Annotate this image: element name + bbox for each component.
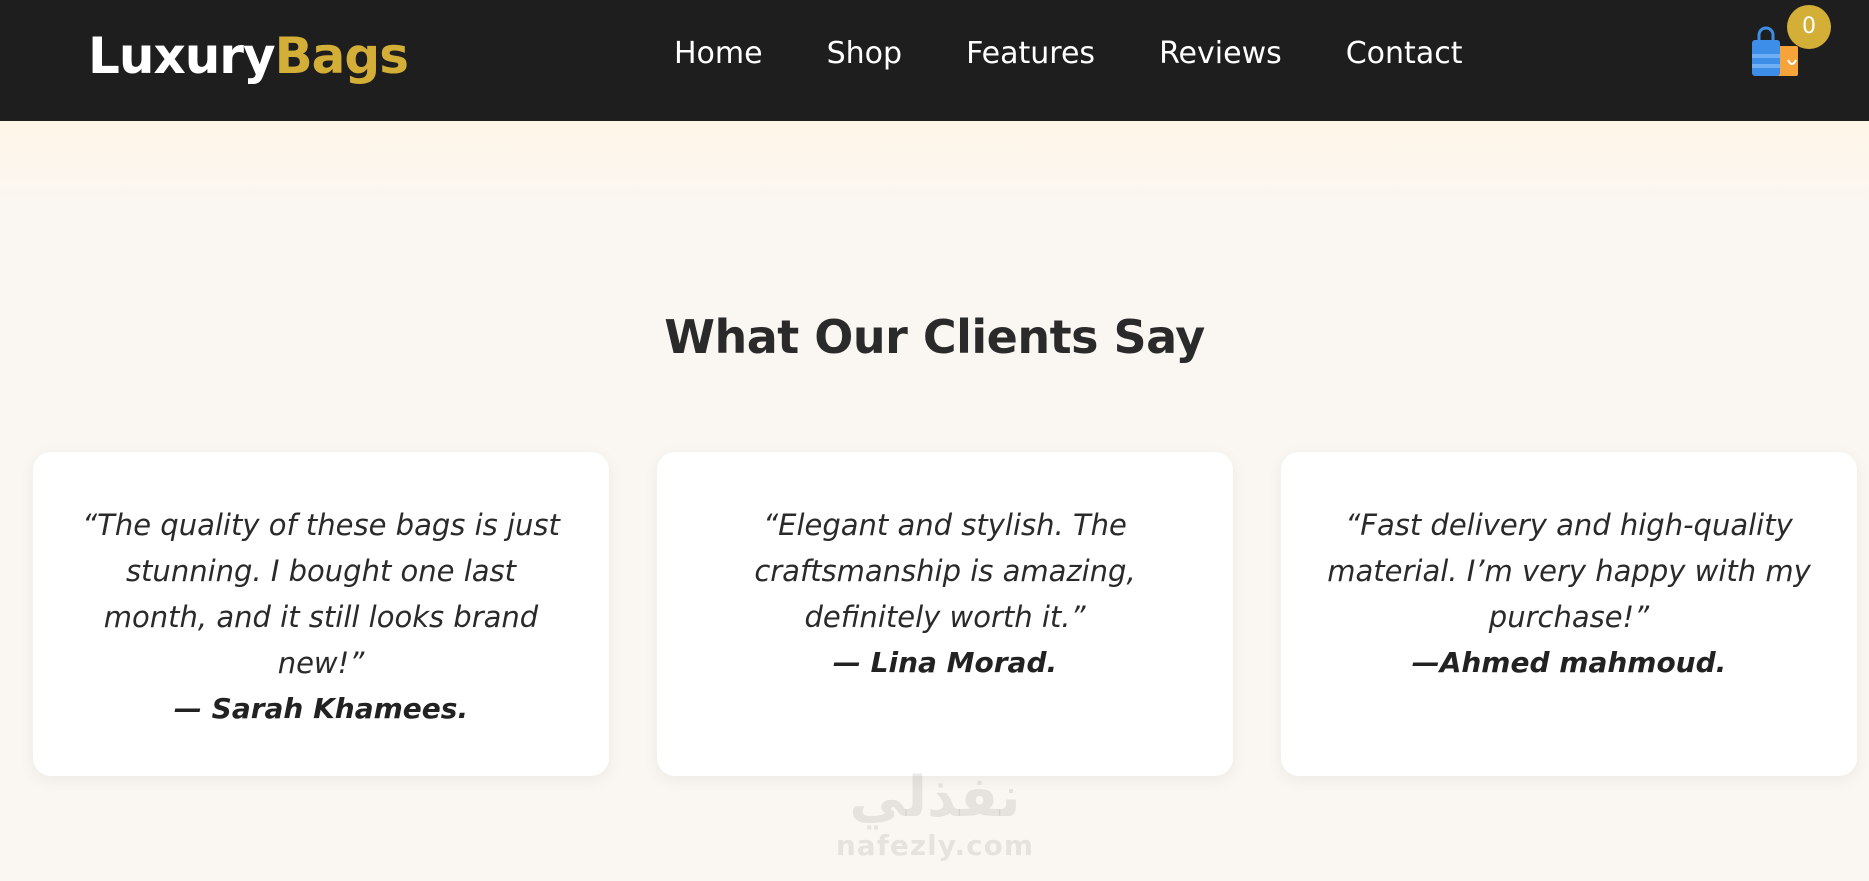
logo-text-primary: Luxury [88,27,276,85]
testimonial-card: “The quality of these bags is just stunn… [33,452,609,776]
testimonial-author: —Ahmed mahmoud. [1411,646,1727,679]
testimonial-author: — Lina Morad. [832,646,1058,679]
nav-link-features[interactable]: Features [966,34,1095,74]
main-nav: Home Shop Features Reviews Contact [674,34,1462,74]
nav-link-reviews[interactable]: Reviews [1159,34,1282,74]
nav-link-contact[interactable]: Contact [1346,34,1463,74]
watermark-arabic: نفذلي [849,765,1021,830]
watermark-latin: nafezly.com [835,829,1035,862]
watermark: نفذلي nafezly.com [820,768,1050,864]
testimonial-card: “Fast delivery and high-quality material… [1281,452,1857,776]
testimonials-title: What Our Clients Say [664,310,1205,364]
testimonial-quote: “Fast delivery and high-quality material… [1327,508,1811,634]
navbar: LuxuryBags Home Shop Features Reviews Co… [0,0,1869,121]
cart-count-badge: 0 [1787,5,1831,49]
testimonial-quote: “Elegant and stylish. The craftsmanship … [754,508,1136,634]
logo-text-accent: Bags [274,27,409,85]
testimonial-card: “Elegant and stylish. The craftsmanship … [657,452,1233,776]
hero-bottom-fade [0,121,1869,211]
nav-link-home[interactable]: Home [674,34,763,74]
site-logo[interactable]: LuxuryBags [88,24,409,88]
testimonial-author: — Sarah Khamees. [173,692,469,725]
testimonial-quote: “The quality of these bags is just stunn… [82,508,560,680]
nav-link-shop[interactable]: Shop [827,34,902,74]
